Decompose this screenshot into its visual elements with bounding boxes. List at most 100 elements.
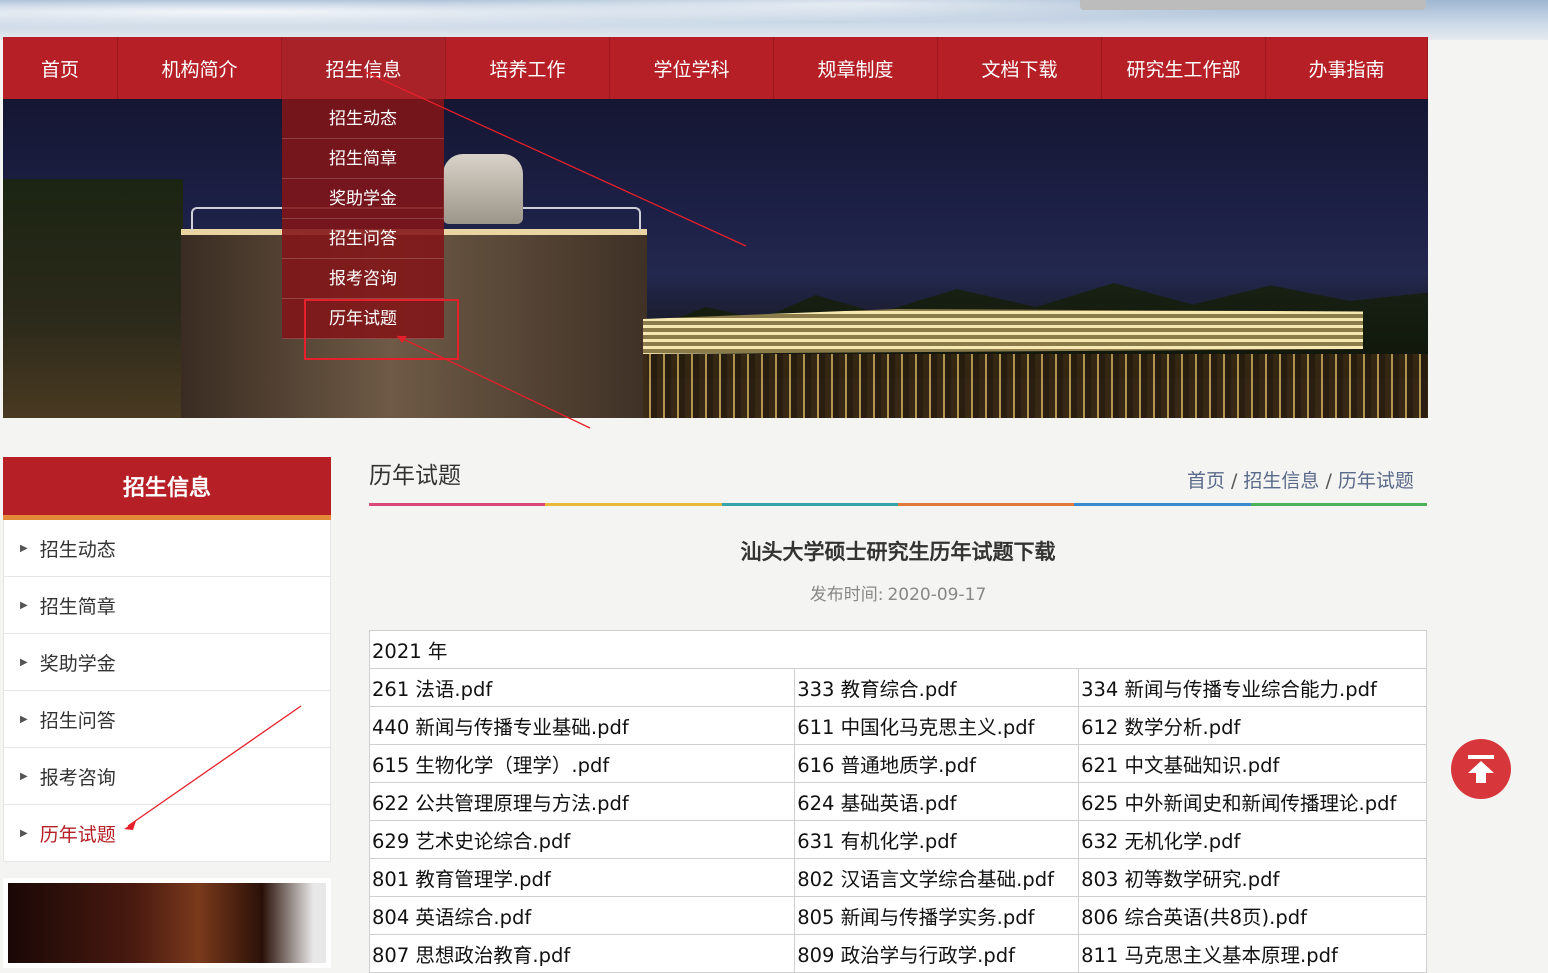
sidebar-item-label: 招生动态	[39, 538, 116, 561]
nav-item[interactable]: 研究生工作部	[1102, 37, 1266, 99]
publish-date-value: 2020-09-17	[887, 585, 987, 605]
sidebar-item[interactable]: ▶ 招生简章	[3, 577, 331, 634]
sidebar-image-photo	[8, 883, 326, 963]
exam-file-link[interactable]: 334 新闻与传播专业综合能力.pdf	[1078, 668, 1427, 707]
nav-item[interactable]: 机构简介	[118, 37, 282, 99]
table-row: 807 思想政治教育.pdf 809 政治学与行政学.pdf 811 马克思主义基本…	[368, 934, 1427, 973]
nav-item[interactable]: 学位学科	[610, 37, 774, 99]
publish-date-label: 发布时间:	[809, 585, 884, 605]
dropdown-item[interactable]: 奖助学金	[282, 179, 444, 219]
annotation-highlight-box	[304, 299, 459, 360]
colorbar-segment	[369, 503, 546, 506]
nav-item[interactable]: 培养工作	[446, 37, 610, 99]
breadcrumb-link: 历年试题	[1337, 470, 1414, 492]
sidebar-item[interactable]: ▶ 报考咨询	[3, 748, 331, 805]
breadcrumb-link[interactable]: 首页	[1187, 470, 1225, 492]
exam-file-link[interactable]: 440 新闻与传播专业基础.pdf	[368, 706, 796, 745]
sidebar-title: 招生信息	[3, 457, 331, 520]
arrow-up-to-top-icon	[1468, 755, 1494, 783]
dropdown-item[interactable]: 招生问答	[282, 219, 444, 259]
exam-file-link[interactable]: 629 艺术史论综合.pdf	[368, 820, 796, 859]
dropdown-item[interactable]: 招生动态	[282, 99, 444, 139]
header-sky	[0, 0, 1548, 40]
publish-date: 发布时间: 2020-09-17	[369, 580, 1427, 605]
exam-file-link[interactable]: 806 综合英语(共8页).pdf	[1078, 896, 1427, 935]
exam-file-link[interactable]: 802 汉语言文学综合基础.pdf	[794, 858, 1080, 897]
caret-right-icon: ▶	[20, 599, 28, 611]
table-row: 261 法语.pdf 333 教育综合.pdf 334 新闻与传播专业综合能力.pd…	[368, 668, 1427, 707]
dropdown-item[interactable]: 招生简章	[282, 139, 444, 179]
monument-image	[1080, 0, 1426, 10]
sidebar-item[interactable]: ▶ 招生问答	[3, 691, 331, 748]
colorbar-segment	[1074, 503, 1251, 506]
table-row: 440 新闻与传播专业基础.pdf 611 中国化马克思主义.pdf 612 数学分…	[368, 706, 1427, 745]
exam-file-link[interactable]: 333 教育综合.pdf	[794, 668, 1080, 707]
exam-file-link[interactable]: 809 政治学与行政学.pdf	[794, 934, 1080, 973]
sidebar-item[interactable]: ▶ 奖助学金	[3, 634, 331, 691]
sidebar-image	[3, 878, 331, 968]
banner-left-trees	[3, 179, 183, 418]
table-row: 804 英语综合.pdf 805 新闻与传播学实务.pdf 806 综合英语(共8页…	[368, 896, 1427, 935]
colorbar-segment	[1250, 503, 1427, 506]
sidebar-item-label: 历年试题	[39, 823, 116, 846]
nav-item[interactable]: 首页	[3, 37, 118, 99]
sidebar-item[interactable]: ▶ 历年试题	[3, 805, 331, 862]
exam-file-link[interactable]: 261 法语.pdf	[368, 668, 796, 707]
exam-file-link[interactable]: 804 英语综合.pdf	[368, 896, 796, 935]
exam-file-link[interactable]: 612 数学分析.pdf	[1078, 706, 1427, 745]
caret-right-icon: ▶	[20, 827, 28, 839]
article-title: 汕头大学硕士研究生历年试题下载	[740, 540, 1056, 564]
banner-statue	[443, 154, 523, 224]
exam-file-link[interactable]: 615 生物化学（理学）.pdf	[368, 744, 796, 783]
exam-file-link[interactable]: 811 马克思主义基本原理.pdf	[1078, 934, 1427, 973]
campus-banner	[3, 99, 1428, 418]
exam-file-link[interactable]: 616 普通地质学.pdf	[794, 744, 1080, 783]
caret-right-icon: ▶	[20, 542, 28, 554]
colorbar-segment	[897, 503, 1075, 506]
table-row-year: 2021 年	[369, 630, 1427, 669]
year-header: 2021 年	[369, 630, 1427, 669]
sidebar-menu: ▶ 招生动态 ▶ 招生简章 ▶ 奖助学金 ▶ 招生问答 ▶ 报考咨询 ▶ 历年试题	[3, 520, 331, 862]
main-navigation: 首页 机构简介 招生信息 培养工作 学位学科 规章制度 文档下载 研究生工作部 办事指南	[3, 37, 1428, 99]
sidebar-item-label: 招生问答	[39, 709, 116, 732]
breadcrumb: 首页 / 招生信息 / 历年试题	[1187, 466, 1414, 493]
exam-file-link[interactable]: 622 公共管理原理与方法.pdf	[368, 782, 796, 821]
dropdown-item[interactable]: 报考咨询	[282, 259, 444, 299]
exam-file-table: 2021 年 261 法语.pdf 333 教育综合.pdf 334 新闻与传播专业…	[368, 630, 1427, 973]
exam-file-link[interactable]: 611 中国化马克思主义.pdf	[794, 706, 1080, 745]
breadcrumb-separator: /	[1231, 470, 1238, 492]
nav-item[interactable]: 规章制度	[774, 37, 938, 99]
table-row: 801 教育管理学.pdf 802 汉语言文学综合基础.pdf 803 初等数学研究…	[368, 858, 1427, 897]
banner-water-reflection	[643, 354, 1428, 418]
table-row: 622 公共管理原理与方法.pdf 624 基础英语.pdf 625 中外新闻史和新…	[368, 782, 1427, 821]
sidebar-item-label: 报考咨询	[39, 766, 116, 789]
table-row: 615 生物化学（理学）.pdf 616 普通地质学.pdf 621 中文基础知识.…	[368, 744, 1427, 783]
caret-right-icon: ▶	[20, 656, 28, 668]
breadcrumb-link[interactable]: 招生信息	[1243, 470, 1319, 492]
exam-file-link[interactable]: 805 新闻与传播学实务.pdf	[794, 896, 1080, 935]
exam-file-link[interactable]: 621 中文基础知识.pdf	[1078, 744, 1427, 783]
sidebar-item[interactable]: ▶ 招生动态	[3, 520, 331, 577]
nav-item[interactable]: 办事指南	[1266, 37, 1428, 99]
page-title: 历年试题	[369, 463, 461, 489]
exam-file-link[interactable]: 632 无机化学.pdf	[1078, 820, 1427, 859]
back-to-top-button[interactable]	[1451, 739, 1511, 799]
banner-lit-steps	[643, 309, 1363, 354]
exam-file-link[interactable]: 631 有机化学.pdf	[794, 820, 1080, 859]
exam-file-link[interactable]: 803 初等数学研究.pdf	[1078, 858, 1427, 897]
colorbar-segment	[721, 503, 898, 506]
nav-item[interactable]: 招生信息	[282, 37, 446, 99]
breadcrumb-separator: /	[1325, 470, 1332, 492]
exam-file-link[interactable]: 807 思想政治教育.pdf	[368, 934, 796, 973]
title-colorbar	[369, 503, 1427, 506]
exam-file-link[interactable]: 801 教育管理学.pdf	[368, 858, 796, 897]
nav-item[interactable]: 文档下载	[938, 37, 1102, 99]
table-row: 629 艺术史论综合.pdf 631 有机化学.pdf 632 无机化学.pdf	[368, 820, 1427, 859]
sidebar-item-label: 奖助学金	[39, 652, 116, 675]
exam-file-link[interactable]: 625 中外新闻史和新闻传播理论.pdf	[1078, 782, 1427, 821]
sidebar-item-label: 招生简章	[39, 595, 116, 618]
colorbar-segment	[545, 503, 722, 506]
caret-right-icon: ▶	[20, 713, 28, 725]
caret-right-icon: ▶	[20, 770, 28, 782]
exam-file-link[interactable]: 624 基础英语.pdf	[794, 782, 1080, 821]
